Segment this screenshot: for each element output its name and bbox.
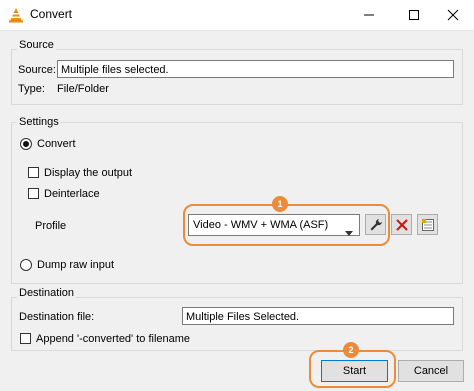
settings-group-title: Settings xyxy=(17,116,61,128)
convert-radio[interactable] xyxy=(20,138,32,150)
destination-group-title: Destination xyxy=(17,287,77,299)
dump-raw-radio[interactable] xyxy=(20,259,32,271)
red-x-icon xyxy=(396,219,408,231)
close-button[interactable] xyxy=(430,0,474,30)
vlc-cone-icon xyxy=(8,7,24,23)
profile-label: Profile xyxy=(35,220,67,232)
annotation-badge-2: 2 xyxy=(343,342,359,358)
radio-selected-dot xyxy=(23,141,29,147)
deinterlace-checkbox[interactable] xyxy=(28,188,39,199)
annotation-badge-1: 1 xyxy=(272,196,288,212)
delete-profile-button[interactable] xyxy=(391,214,412,235)
start-button[interactable]: Start xyxy=(321,360,388,382)
new-profile-button[interactable] xyxy=(417,214,438,235)
minimize-icon xyxy=(364,14,374,16)
title-bar: Convert xyxy=(0,0,474,31)
destination-file-label: Destination file: xyxy=(19,311,95,323)
edit-profile-button[interactable] xyxy=(365,214,386,235)
deinterlace-label: Deinterlace xyxy=(44,188,100,200)
source-group-title: Source xyxy=(17,39,56,51)
window-title: Convert xyxy=(30,7,73,21)
dump-raw-label: Dump raw input xyxy=(37,259,115,271)
destination-file-field[interactable]: Multiple Files Selected. xyxy=(182,307,454,325)
profile-select-value: Video - WMV + WMA (ASF) xyxy=(193,219,329,231)
close-icon xyxy=(447,9,459,21)
source-label: Source: xyxy=(18,64,56,76)
profile-select[interactable]: Video - WMV + WMA (ASF) xyxy=(188,214,360,236)
source-field[interactable]: Multiple files selected. xyxy=(57,60,454,78)
maximize-icon xyxy=(409,10,419,20)
cancel-button[interactable]: Cancel xyxy=(398,360,464,382)
type-value: File/Folder xyxy=(57,83,109,95)
dropdown-arrow-icon xyxy=(345,223,353,243)
type-label: Type: xyxy=(18,83,45,95)
list-icon xyxy=(422,219,434,231)
display-output-checkbox[interactable] xyxy=(28,167,39,178)
display-output-label: Display the output xyxy=(44,167,133,179)
minimize-button[interactable] xyxy=(346,0,392,30)
wrench-icon xyxy=(370,219,382,231)
convert-label: Convert xyxy=(37,138,76,150)
append-converted-checkbox[interactable] xyxy=(20,333,31,344)
append-converted-label: Append '-converted' to filename xyxy=(36,333,191,345)
